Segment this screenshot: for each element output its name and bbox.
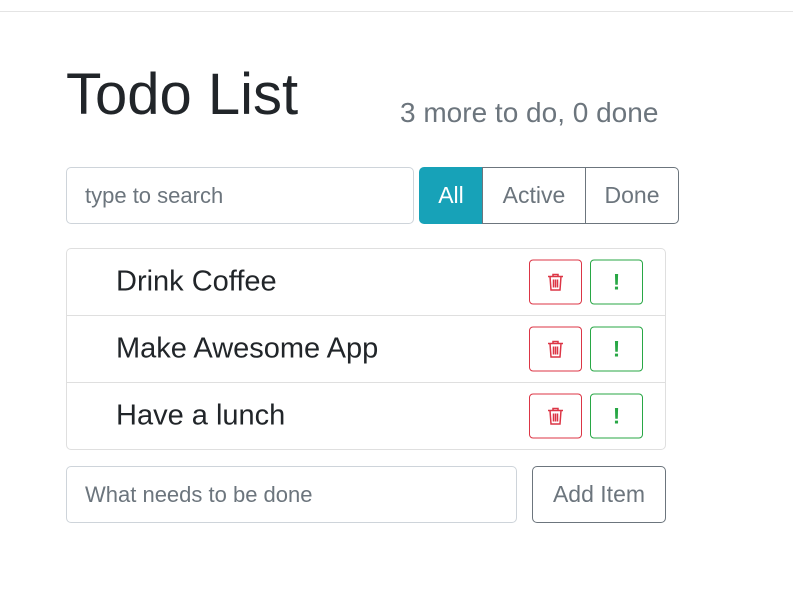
exclamation-icon: !	[612, 269, 621, 294]
todo-item-label[interactable]: Have a lunch	[116, 400, 285, 433]
delete-button[interactable]	[529, 326, 582, 372]
mark-important-button[interactable]: !	[590, 326, 643, 372]
todo-list-item: Drink Coffee !	[67, 249, 665, 315]
todo-item-label[interactable]: Drink Coffee	[116, 266, 277, 299]
exclamation-icon: !	[612, 336, 621, 361]
trash-icon	[548, 340, 563, 358]
app-header: Todo List 3 more to do, 0 done	[66, 62, 679, 132]
filter-all-button[interactable]: All	[419, 167, 483, 224]
page-title: Todo List	[66, 62, 299, 127]
add-item-form: Add Item	[66, 466, 666, 523]
search-panel: All Active Done	[66, 167, 679, 224]
exclamation-icon: !	[612, 403, 621, 428]
todo-list-item: Make Awesome App !	[67, 315, 665, 382]
todo-list-item: Have a lunch !	[67, 382, 665, 449]
top-divider	[0, 11, 793, 12]
status-filter: All Active Done	[419, 167, 679, 224]
mark-important-button[interactable]: !	[590, 393, 643, 439]
delete-button[interactable]	[529, 393, 582, 439]
new-item-input[interactable]	[66, 466, 517, 523]
trash-icon	[548, 407, 563, 425]
mark-important-button[interactable]: !	[590, 259, 643, 305]
filter-active-button[interactable]: Active	[482, 167, 586, 224]
trash-icon	[548, 273, 563, 291]
todo-list: Drink Coffee ! Make Awesome App ! Have a…	[66, 248, 666, 450]
add-item-button[interactable]: Add Item	[532, 466, 666, 523]
delete-button[interactable]	[529, 259, 582, 305]
filter-done-button[interactable]: Done	[585, 167, 679, 224]
todo-counter: 3 more to do, 0 done	[400, 97, 659, 128]
todo-item-label[interactable]: Make Awesome App	[116, 333, 378, 366]
search-input[interactable]	[66, 167, 414, 224]
